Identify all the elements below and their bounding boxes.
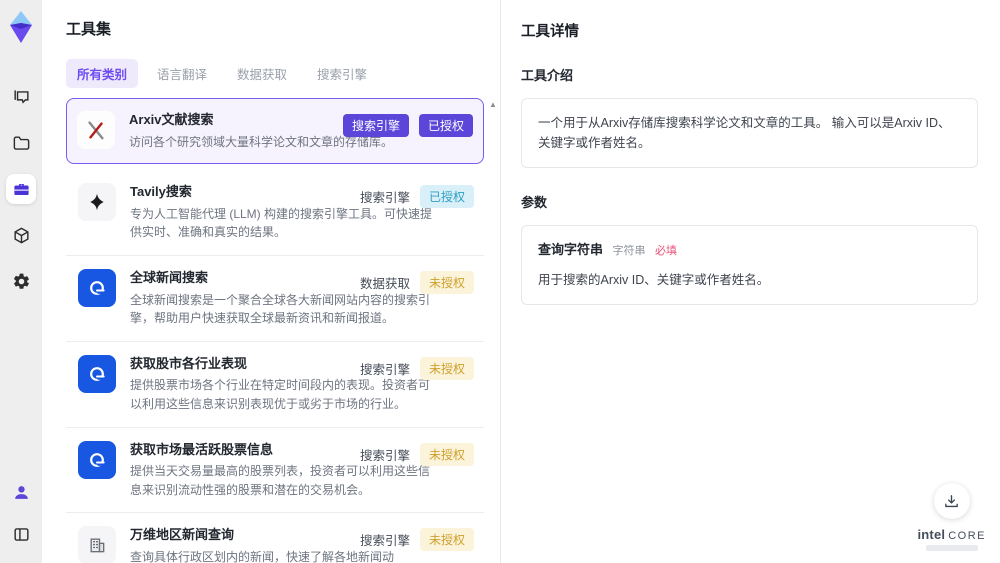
sidebar-nav bbox=[6, 82, 36, 296]
category-badge: 数据获取 bbox=[359, 276, 410, 291]
panel-toggle-icon[interactable] bbox=[6, 519, 36, 549]
sidebar-rail bbox=[0, 0, 42, 563]
sparkle-icon bbox=[78, 183, 116, 222]
tab-search-engine[interactable]: 搜索引擎 bbox=[306, 59, 378, 88]
tool-card-region-news[interactable]: 万维地区新闻查询 查询具体行政区划内的新闻，快速了解各地新闻动 搜索引擎 未授权 bbox=[66, 513, 484, 563]
intel-core-sub-badge bbox=[925, 545, 978, 551]
tool-card-tavily[interactable]: Tavily搜索 专为人工智能代理 (LLM) 构建的搜索引擎工具。可快速提供实… bbox=[66, 170, 484, 256]
param-name: 查询字符串 bbox=[538, 242, 604, 257]
param-required-flag: 必填 bbox=[654, 245, 677, 257]
category-badge: 搜索引擎 bbox=[342, 114, 409, 137]
status-badge: 已授权 bbox=[418, 114, 473, 137]
details-title: 工具详情 bbox=[521, 24, 579, 40]
tool-description: 专为人工智能代理 (LLM) 构建的搜索引擎工具。可快速提供实时、准确和真实的结… bbox=[130, 206, 433, 240]
param-description: 用于搜索的Arxiv ID、关键字或作者姓名。 bbox=[538, 272, 770, 287]
category-tabs: 所有类别 语言翻译 数据获取 搜索引擎 bbox=[66, 59, 500, 88]
status-badge: 未授权 bbox=[419, 528, 474, 552]
news-globe-icon bbox=[78, 354, 116, 393]
param-box: 查询字符串 字符串 必填 用于搜索的Arxiv ID、关键字或作者姓名。 bbox=[521, 225, 978, 305]
tab-all-categories[interactable]: 所有类别 bbox=[66, 59, 139, 88]
tool-card-most-active-stocks[interactable]: 获取市场最活跃股票信息 提供当天交易量最高的股票列表，投资者可以利用这些信息来识… bbox=[66, 428, 484, 514]
tool-description: 提供当天交易量最高的股票列表，投资者可以利用这些信息来识别流动性强的股票和潜在的… bbox=[130, 464, 431, 497]
corner-widgets: intel CORE bbox=[917, 483, 986, 551]
scroll-up-icon[interactable]: ▲ bbox=[488, 100, 498, 109]
settings-gear-icon[interactable] bbox=[6, 266, 36, 296]
app-logo-icon bbox=[10, 11, 32, 43]
tool-list: ▲ ▼ Arxiv文献搜索 访问各个研究领域大量科学论文和文章的存储库。 搜索引… bbox=[66, 98, 497, 563]
tool-list-panel: 工具集 所有类别 语言翻译 数据获取 搜索引擎 ▲ ▼ A bbox=[42, 0, 500, 563]
category-badge: 搜索引擎 bbox=[359, 534, 410, 549]
app-window: 工具集 所有类别 语言翻译 数据获取 搜索引擎 ▲ ▼ A bbox=[0, 0, 1000, 563]
status-badge: 未授权 bbox=[419, 442, 474, 466]
status-badge: 未授权 bbox=[419, 270, 474, 294]
tool-card-sector-performance[interactable]: 获取股市各行业表现 提供股票市场各个行业在特定时间段内的表现。投资者可以利用这些… bbox=[66, 342, 484, 428]
tool-details-panel: 工具详情 工具介绍 一个用于从Arxiv存储库搜索科学论文和文章的工具。 输入可… bbox=[500, 0, 1000, 563]
category-badge: 搜索引擎 bbox=[359, 448, 410, 463]
toolbox-icon[interactable] bbox=[6, 174, 36, 204]
chat-icon[interactable] bbox=[6, 82, 36, 112]
news-globe-icon bbox=[78, 268, 116, 307]
cube-icon[interactable] bbox=[6, 220, 36, 250]
intro-section-title: 工具介绍 bbox=[521, 68, 574, 83]
intel-core-logo: intel CORE bbox=[917, 527, 986, 542]
tool-description: 提供股票市场各个行业在特定时间段内的表现。投资者可以利用这些信息来识别表现优于或… bbox=[130, 378, 431, 411]
tool-card-global-news[interactable]: 全球新闻搜索 全球新闻搜索是一个聚合全球各大新闻网站内容的搜索引擎，帮助用户快速… bbox=[66, 256, 484, 342]
tool-description: 全球新闻搜索是一个聚合全球各大新闻网站内容的搜索引擎，帮助用户快速获取全球最新资… bbox=[130, 292, 431, 326]
tab-language-translation[interactable]: 语言翻译 bbox=[146, 59, 218, 88]
status-badge: 未授权 bbox=[419, 356, 474, 380]
building-icon bbox=[78, 526, 116, 563]
status-badge: 已授权 bbox=[419, 185, 474, 209]
params-section-title: 参数 bbox=[521, 195, 548, 210]
page-title: 工具集 bbox=[66, 21, 112, 38]
user-avatar-icon[interactable] bbox=[6, 477, 36, 507]
param-type: 字符串 bbox=[612, 245, 646, 257]
category-badge: 搜索引擎 bbox=[359, 362, 410, 377]
list-scrollbar[interactable]: ▲ ▼ bbox=[488, 100, 498, 563]
news-globe-icon bbox=[78, 440, 116, 479]
folder-icon[interactable] bbox=[6, 128, 36, 158]
arxiv-logo-icon bbox=[77, 111, 115, 149]
category-badge: 搜索引擎 bbox=[359, 191, 410, 206]
tab-data-fetch[interactable]: 数据获取 bbox=[226, 59, 298, 88]
intro-box: 一个用于从Arxiv存储库搜索科学论文和文章的工具。 输入可以是Arxiv ID… bbox=[521, 98, 978, 168]
download-button[interactable] bbox=[933, 483, 970, 519]
tool-card-arxiv[interactable]: Arxiv文献搜索 访问各个研究领域大量科学论文和文章的存储库。 搜索引擎 已授… bbox=[66, 98, 484, 165]
